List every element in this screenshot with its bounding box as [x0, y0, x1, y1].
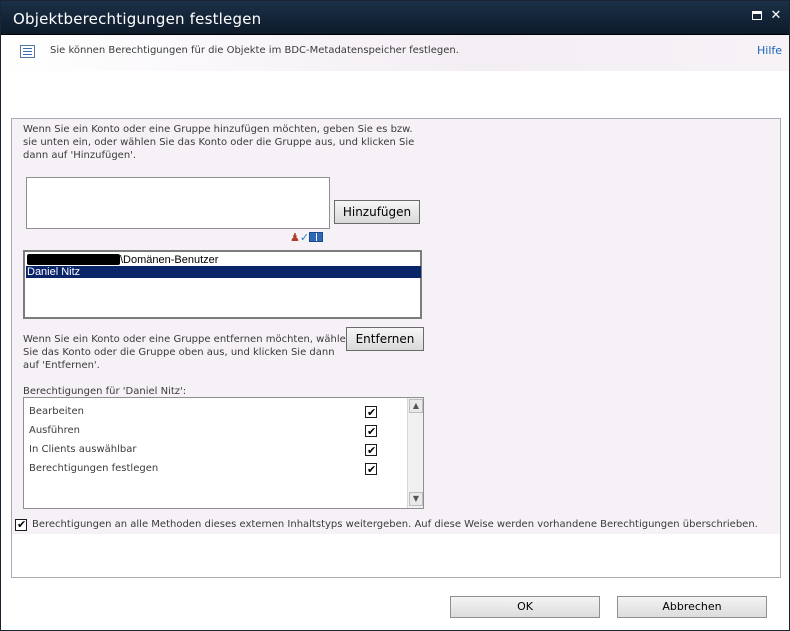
scroll-down-icon[interactable]: ▼: [409, 492, 423, 506]
user-label: Daniel Nitz: [27, 266, 81, 278]
picker-icons: ♟✓: [290, 231, 326, 244]
check-names-icon[interactable]: ♟✓: [290, 231, 309, 244]
close-icon[interactable]: ✕: [769, 9, 783, 23]
permission-label: In Clients auswählbar: [29, 444, 137, 455]
permission-row: In Clients auswählbar: [29, 442, 399, 459]
title-bar: Objektberechtigungen festlegen ✕: [1, 1, 789, 35]
remove-instruction: Wenn Sie ein Konto oder eine Gruppe entf…: [23, 334, 353, 371]
people-picker-input[interactable]: [26, 177, 330, 229]
permission-checkbox[interactable]: [365, 462, 377, 478]
inherit-option: Berechtigungen an alle Methoden dieses e…: [15, 518, 775, 532]
permission-checkbox[interactable]: [365, 443, 377, 459]
permissions-list: Bearbeiten Ausführen In Clients auswählb…: [23, 397, 424, 509]
maximize-icon[interactable]: [750, 9, 764, 23]
remove-button[interactable]: Entfernen: [346, 327, 424, 351]
permission-row: Ausführen: [29, 423, 399, 440]
permission-label: Berechtigungen festlegen: [29, 463, 159, 474]
list-item[interactable]: Daniel Nitz: [26, 266, 421, 278]
inherit-label: Berechtigungen an alle Methoden dieses e…: [32, 519, 758, 530]
scrollbar[interactable]: ▲ ▼: [407, 398, 423, 508]
help-link[interactable]: Hilfe: [757, 44, 782, 57]
permission-row: Bearbeiten: [29, 404, 399, 421]
permission-row: Berechtigungen festlegen: [29, 461, 399, 478]
list-item[interactable]: \Domänen-Benutzer: [26, 254, 421, 266]
address-book-icon[interactable]: [309, 232, 323, 242]
permission-checkbox[interactable]: [365, 405, 377, 421]
permission-label: Bearbeiten: [29, 406, 84, 417]
user-list[interactable]: \Domänen-Benutzer Daniel Nitz: [23, 250, 422, 319]
inherit-checkbox[interactable]: [15, 518, 27, 531]
ok-button[interactable]: OK: [450, 596, 600, 618]
permission-checkbox[interactable]: [365, 424, 377, 440]
dialog-title: Objektberechtigungen festlegen: [13, 10, 262, 28]
add-button[interactable]: Hinzufügen: [334, 200, 420, 224]
info-text: Sie können Berechtigungen für die Objekt…: [50, 45, 459, 56]
dialog-window: Objektberechtigungen festlegen ✕ Sie kön…: [0, 0, 790, 631]
panel-spacer: [12, 534, 780, 577]
permission-label: Ausführen: [29, 425, 80, 436]
redaction-mark: [27, 254, 120, 265]
cancel-button[interactable]: Abbrechen: [617, 596, 767, 618]
permissions-panel: Wenn Sie ein Konto oder eine Gruppe hinz…: [11, 118, 781, 578]
info-bar: Sie können Berechtigungen für die Objekt…: [1, 35, 789, 71]
add-instruction: Wenn Sie ein Konto oder eine Gruppe hinz…: [23, 124, 415, 161]
user-label: \Domänen-Benutzer: [120, 254, 219, 266]
list-icon: [20, 45, 35, 58]
scroll-up-icon[interactable]: ▲: [409, 399, 423, 413]
